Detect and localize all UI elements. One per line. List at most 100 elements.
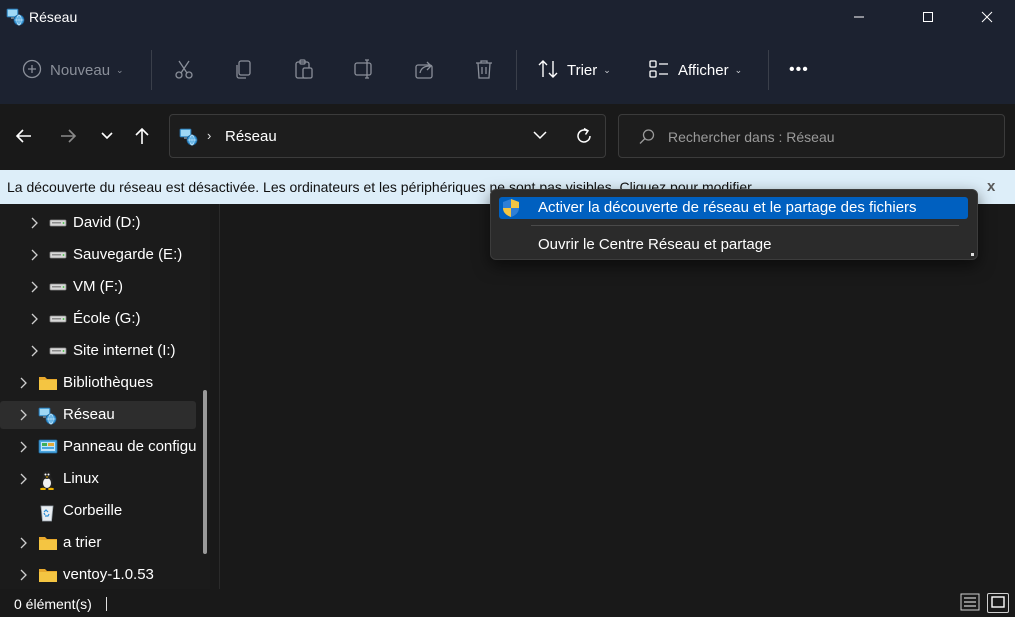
uac-shield-icon (501, 198, 521, 218)
up-button[interactable] (129, 124, 155, 150)
tree-item-a-trier[interactable]: a trier (0, 529, 196, 557)
chevron-right-icon[interactable] (18, 408, 28, 422)
maximize-icon (922, 10, 934, 26)
chevron-right-icon[interactable] (29, 312, 39, 326)
address-bar[interactable]: › Réseau (169, 114, 606, 158)
paste-icon (293, 58, 315, 83)
tree-item-panneau-de-configuration[interactable]: Panneau de configuration (0, 433, 196, 461)
sort-icon (537, 58, 559, 83)
chevron-right-icon[interactable] (29, 216, 39, 230)
tree-item-linux[interactable]: Linux (0, 465, 196, 493)
tree-item-label: Corbeille (63, 502, 123, 519)
refresh-button[interactable] (574, 126, 594, 149)
toolbar-divider (768, 50, 769, 90)
view-label: Afficher (678, 61, 729, 79)
forward-button[interactable] (55, 124, 81, 150)
tree-item-label: Réseau (63, 406, 115, 423)
navigation-pane: David (D:) Sauvegarde (E:) VM (F:) École… (0, 204, 210, 589)
chevron-down-icon (532, 130, 548, 146)
tree-item-label: David (D:) (73, 214, 141, 231)
search-icon (638, 128, 656, 149)
paste-button[interactable] (293, 50, 315, 90)
tree-item-ecole-g[interactable]: École (G:) (0, 305, 196, 333)
tree-item-site-internet-i[interactable]: Site internet (I:) (0, 337, 196, 365)
navigation-bar: › Réseau (0, 104, 1015, 170)
recent-locations-button[interactable] (94, 124, 120, 150)
new-label: Nouveau (50, 61, 111, 79)
menu-item-label: Activer la découverte de réseau et le pa… (538, 199, 917, 216)
chevron-right-icon[interactable] (18, 440, 28, 454)
tree-item-label: Linux (63, 470, 99, 487)
breadcrumb-separator[interactable]: › (207, 128, 211, 143)
new-button[interactable]: Nouveau ⌄ (22, 50, 124, 90)
rename-button[interactable] (353, 50, 375, 90)
tree-item-label: Sauvegarde (E:) (73, 246, 183, 263)
copy-button[interactable] (233, 50, 255, 90)
chevron-right-icon[interactable] (18, 568, 28, 582)
tree-item-david-d[interactable]: David (D:) (0, 209, 196, 237)
status-caret (106, 597, 107, 611)
share-button[interactable] (413, 50, 435, 90)
file-list-area[interactable] (220, 204, 1015, 589)
menu-separator (531, 225, 959, 226)
search-box[interactable] (618, 114, 1005, 158)
minimize-button[interactable] (836, 0, 882, 36)
status-bar: 0 élément(s) (0, 589, 1015, 617)
chevron-right-icon[interactable] (18, 536, 28, 550)
sort-button[interactable]: Trier ⌄ (537, 50, 611, 90)
recycle-bin-icon (38, 502, 56, 522)
tree-item-ventoy[interactable]: ventoy-1.0.53 (0, 561, 196, 589)
chevron-down-icon: ⌄ (734, 64, 743, 75)
chevron-right-icon[interactable] (29, 280, 39, 294)
maximize-button[interactable] (905, 0, 951, 36)
tree-item-label: Panneau de configuration (63, 438, 196, 455)
chevron-right-icon[interactable] (18, 472, 28, 486)
back-button[interactable] (11, 124, 37, 150)
view-button[interactable]: Afficher ⌄ (648, 50, 742, 90)
tree-item-reseau[interactable]: Réseau (0, 401, 196, 429)
folder-icon (38, 374, 57, 392)
view-icon (648, 58, 670, 83)
command-bar: Nouveau ⌄ Trier ⌄ Afficher ⌄ ••• (0, 36, 1015, 104)
chevron-down-icon: ⌄ (603, 64, 611, 75)
menu-resize-grip (971, 253, 974, 256)
delete-button[interactable] (473, 50, 495, 90)
title-bar: Réseau (0, 0, 1015, 36)
arrow-up-icon (132, 126, 152, 149)
menu-item-enable-network-discovery[interactable]: Activer la découverte de réseau et le pa… (499, 197, 968, 219)
tree-item-vm-f[interactable]: VM (F:) (0, 273, 196, 301)
delete-icon (473, 58, 495, 83)
sidebar-scrollbar-thumb[interactable] (203, 390, 207, 554)
copy-icon (233, 58, 255, 83)
chevron-right-icon[interactable] (18, 376, 28, 390)
more-options-button[interactable]: ••• (789, 50, 809, 90)
infobar-context-menu: Activer la découverte de réseau et le pa… (490, 189, 978, 260)
details-view-icon (960, 593, 980, 614)
tree-item-corbeille[interactable]: Corbeille (0, 497, 196, 525)
tree-item-bibliotheques[interactable]: Bibliothèques (0, 369, 196, 397)
tree-item-label: Site internet (I:) (73, 342, 176, 359)
menu-item-label: Ouvrir le Centre Réseau et partage (538, 236, 772, 253)
tree-item-sauvegarde-e[interactable]: Sauvegarde (E:) (0, 241, 196, 269)
large-icons-view-button[interactable] (987, 593, 1009, 613)
infobar-close-button[interactable]: x (987, 178, 995, 195)
drive-icon (49, 246, 67, 264)
arrow-left-icon (14, 126, 34, 149)
new-icon (22, 59, 42, 82)
toolbar-divider (516, 50, 517, 90)
details-view-button[interactable] (959, 593, 981, 613)
tree-item-label: VM (F:) (73, 278, 123, 295)
drive-icon (49, 310, 67, 328)
chevron-right-icon[interactable] (29, 248, 39, 262)
cut-button[interactable] (173, 50, 195, 90)
close-button[interactable] (964, 0, 1010, 36)
menu-item-open-network-center[interactable]: Ouvrir le Centre Réseau et partage (499, 234, 968, 256)
chevron-right-icon[interactable] (29, 344, 39, 358)
folder-icon (38, 566, 57, 584)
search-input[interactable] (668, 126, 988, 148)
tree-item-label: a trier (63, 534, 102, 551)
address-history-button[interactable] (532, 127, 548, 146)
breadcrumb-location[interactable]: Réseau (225, 128, 277, 145)
arrow-right-icon (58, 126, 78, 149)
network-icon (179, 127, 199, 147)
